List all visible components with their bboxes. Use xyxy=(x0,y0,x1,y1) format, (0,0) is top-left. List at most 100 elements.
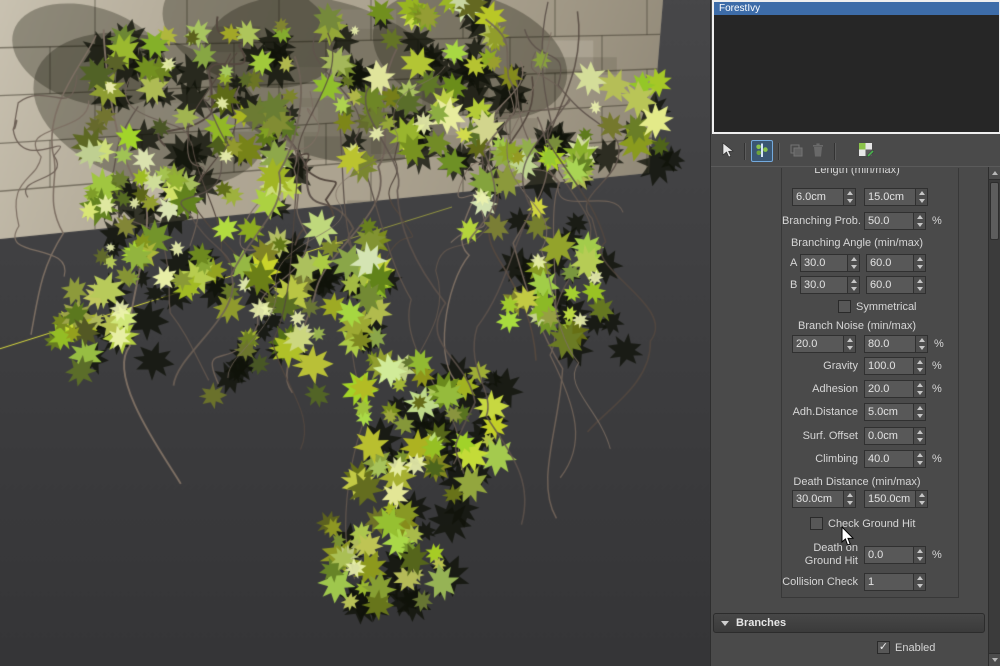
length-max-spinner[interactable]: 15.0cm xyxy=(864,188,928,206)
angle-b-max-spinner[interactable]: 60.0 xyxy=(866,276,926,294)
toolbar-separator xyxy=(834,143,836,160)
spinner-arrows-icon[interactable] xyxy=(913,547,925,563)
spinner-arrows-icon[interactable] xyxy=(913,428,925,444)
ivy-render[interactable] xyxy=(0,0,710,666)
spinner-arrows-icon[interactable] xyxy=(913,381,925,397)
check-ground-checkbox[interactable] xyxy=(810,517,823,530)
branches-enabled-checkbox[interactable] xyxy=(877,641,890,654)
spinner-arrows-icon[interactable] xyxy=(913,255,925,271)
angle-b-row: B 30.0 60.0 xyxy=(782,276,958,294)
angle-a-min-spinner[interactable]: 30.0 xyxy=(800,254,860,272)
angle-b-label: B xyxy=(790,276,797,294)
pick-object-button[interactable] xyxy=(717,140,739,162)
death-on-ground-row: Death on Ground Hit 0.0 % xyxy=(782,540,958,570)
surf-offset-row: Surf. Offset 0.0cm xyxy=(782,427,958,445)
noise-min-spinner[interactable]: 20.0 xyxy=(792,335,856,353)
trash-icon xyxy=(810,142,826,161)
delete-button[interactable] xyxy=(807,140,829,162)
death-on-ground-spinner[interactable]: 0.0 xyxy=(864,546,926,564)
spinner-arrows-icon[interactable] xyxy=(915,189,927,205)
spinner-arrows-icon[interactable] xyxy=(843,336,855,352)
percent-label: % xyxy=(932,546,942,564)
spinner-arrows-icon[interactable] xyxy=(913,213,925,229)
scrollbar-up-icon[interactable] xyxy=(989,167,1000,180)
angle-a-label: A xyxy=(790,254,797,272)
branch-noise-header-row: Branch Noise (min/max) xyxy=(782,317,958,335)
branching-prob-spinner[interactable]: 50.0 xyxy=(864,212,926,230)
branches-rollout-title: Branches xyxy=(736,617,786,629)
death-min-spinner[interactable]: 30.0cm xyxy=(792,490,856,508)
branch-noise-row: 20.0 80.0 % xyxy=(782,335,958,353)
panel-scrollbar[interactable] xyxy=(988,167,1000,666)
climbing-row: Climbing 40.0 % xyxy=(782,450,958,468)
climbing-spinner[interactable]: 40.0 xyxy=(864,450,926,468)
percent-label: % xyxy=(932,450,942,468)
adh-distance-row: Adh.Distance 5.0cm xyxy=(782,403,958,421)
percent-label: % xyxy=(934,335,944,353)
edit-grid-icon xyxy=(858,141,875,161)
spinner-arrows-icon[interactable] xyxy=(847,277,859,293)
collision-check-label: Collision Check xyxy=(782,573,858,591)
branching-angle-header: Branching Angle (min/max) xyxy=(782,234,932,252)
symmetrical-row: Symmetrical xyxy=(782,299,958,315)
edit-params-button[interactable] xyxy=(855,140,877,162)
gravity-spinner[interactable]: 100.0 xyxy=(864,357,926,375)
angle-a-max-spinner[interactable]: 60.0 xyxy=(866,254,926,272)
spinner-arrows-icon[interactable] xyxy=(847,255,859,271)
viewport-3d[interactable] xyxy=(0,0,710,666)
surf-offset-label: Surf. Offset xyxy=(782,427,858,445)
ivy-object-list[interactable]: ForestIvy xyxy=(712,0,1000,134)
branch-noise-header: Branch Noise (min/max) xyxy=(782,317,932,335)
noise-max-spinner[interactable]: 80.0 xyxy=(864,335,928,353)
spinner-arrows-icon[interactable] xyxy=(915,336,927,352)
ivy-toolbar xyxy=(711,137,1000,165)
spinner-arrows-icon[interactable] xyxy=(913,574,925,590)
toolbar-separator xyxy=(744,143,746,160)
check-ground-label: Check Ground Hit xyxy=(828,516,915,533)
collision-check-spinner[interactable]: 1 xyxy=(864,573,926,591)
duplicate-icon xyxy=(788,142,804,161)
symmetrical-label: Symmetrical xyxy=(856,299,917,316)
length-min-spinner[interactable]: 6.0cm xyxy=(792,188,856,206)
adh-distance-spinner[interactable]: 5.0cm xyxy=(864,403,926,421)
spinner-arrows-icon[interactable] xyxy=(913,404,925,420)
pick-arrow-icon xyxy=(720,142,736,161)
percent-label: % xyxy=(932,380,942,398)
growth-params-frame: Length (min/max) 6.0cm 15.0cm Branching … xyxy=(781,168,959,598)
branching-prob-row: Branching Prob. 50.0 % xyxy=(782,212,958,230)
spinner-arrows-icon[interactable] xyxy=(913,358,925,374)
list-item-forestivy[interactable]: ForestIvy xyxy=(714,2,999,15)
panel-divider xyxy=(711,166,1000,167)
length-header-row: Length (min/max) xyxy=(782,168,958,180)
adh-distance-label: Adh.Distance xyxy=(782,403,858,421)
death-on-ground-label: Death on Ground Hit xyxy=(782,542,858,568)
command-panel: ForestIvy xyxy=(710,0,1000,666)
paint-ivy-toggle[interactable] xyxy=(751,140,773,162)
scrollbar-thumb[interactable] xyxy=(990,182,999,240)
branching-angle-header-row: Branching Angle (min/max) xyxy=(782,234,958,252)
symmetrical-checkbox[interactable] xyxy=(838,300,851,313)
gravity-label: Gravity xyxy=(782,357,858,375)
duplicate-button[interactable] xyxy=(785,140,807,162)
percent-label: % xyxy=(932,212,942,230)
branches-enabled-label: Enabled xyxy=(895,640,935,657)
adhesion-row: Adhesion 20.0 % xyxy=(782,380,958,398)
length-header: Length (min/max) xyxy=(782,168,932,179)
spinner-arrows-icon[interactable] xyxy=(913,277,925,293)
chevron-down-icon xyxy=(721,621,729,626)
spinner-arrows-icon[interactable] xyxy=(843,491,855,507)
length-row: 6.0cm 15.0cm xyxy=(782,188,958,206)
surf-offset-spinner[interactable]: 0.0cm xyxy=(864,427,926,445)
adhesion-label: Adhesion xyxy=(782,380,858,398)
spinner-arrows-icon[interactable] xyxy=(915,491,927,507)
death-max-spinner[interactable]: 150.0cm xyxy=(864,490,928,508)
angle-b-min-spinner[interactable]: 30.0 xyxy=(800,276,860,294)
angle-a-row: A 30.0 60.0 xyxy=(782,254,958,272)
spinner-arrows-icon[interactable] xyxy=(913,451,925,467)
death-distance-row: 30.0cm 150.0cm xyxy=(782,490,958,508)
ivy-plant-icon xyxy=(754,142,770,161)
scrollbar-down-icon[interactable] xyxy=(989,653,1000,666)
branches-rollout-header[interactable]: Branches xyxy=(713,613,985,633)
adhesion-spinner[interactable]: 20.0 xyxy=(864,380,926,398)
spinner-arrows-icon[interactable] xyxy=(843,189,855,205)
